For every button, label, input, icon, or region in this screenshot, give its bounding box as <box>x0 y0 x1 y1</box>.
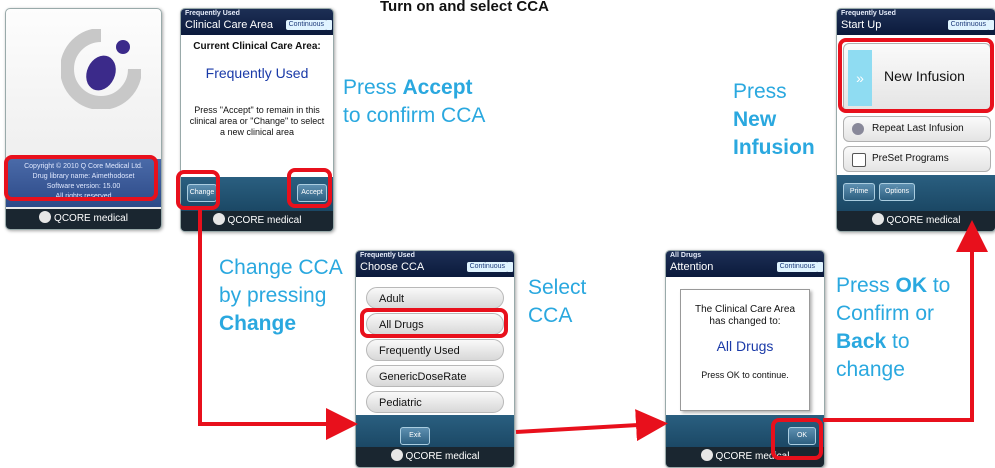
note-text: by pressing <box>219 284 327 307</box>
note-text: Select <box>528 276 587 299</box>
note-text: Confirm or <box>836 302 935 325</box>
note-ok: Press OK to Confirm or Back to change <box>836 272 986 384</box>
note-bold: New Infusion <box>733 108 815 159</box>
note-text: Press <box>836 274 896 297</box>
note-text: CCA <box>528 304 573 327</box>
note-bold: OK <box>895 274 928 297</box>
note-text: change <box>836 358 905 381</box>
arrow-choose-to-attention <box>515 409 668 442</box>
note-text: Change CCA <box>219 256 343 279</box>
note-change: Change CCA by pressing Change <box>219 254 349 338</box>
note-bold: Accept <box>402 76 473 99</box>
note-text: Press <box>343 76 403 99</box>
note-text: to <box>886 330 910 353</box>
note-accept: Press Accept to confirm CCA <box>343 74 493 130</box>
note-bold: Back <box>836 330 887 353</box>
note-text: Press <box>733 80 787 103</box>
note-new-infusion: Press New Infusion <box>733 78 823 162</box>
note-bold: Change <box>219 312 297 335</box>
note-text: to confirm CCA <box>343 104 486 127</box>
note-text: to <box>927 274 951 297</box>
flow-arrows <box>198 208 988 442</box>
note-select: Select CCA <box>528 274 608 330</box>
